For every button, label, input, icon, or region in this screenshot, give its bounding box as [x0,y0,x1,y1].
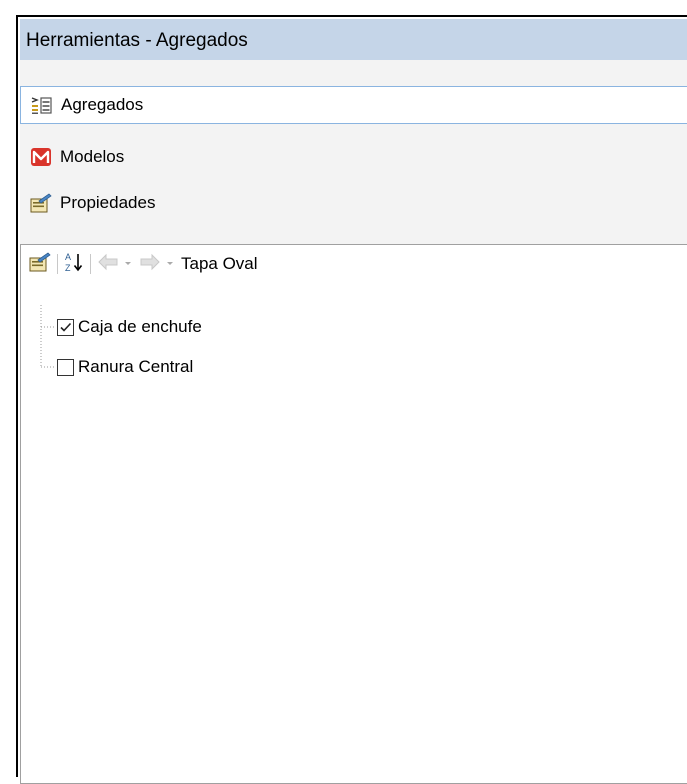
outer-frame: Herramientas - Agregados Agregados Model… [16,15,687,784]
back-arrow-icon[interactable] [97,252,119,277]
toolbar: A Z Tapa Oval [21,245,687,283]
tree-item[interactable]: Caja de enchufe [57,313,202,341]
tool-window: Herramientas - Agregados Agregados Model… [20,19,687,784]
breadcrumb: Tapa Oval [181,254,258,273]
nav-item-agregados[interactable]: Agregados [20,86,687,124]
dropdown-arrow-icon[interactable] [123,255,133,273]
nav-label-agregados: Agregados [61,95,144,114]
nav-label-modelos: Modelos [60,147,125,166]
nav-item-propiedades[interactable]: Propiedades [20,184,687,222]
dropdown-arrow-icon[interactable] [165,255,175,273]
tree-item[interactable]: Ranura Central [57,353,193,381]
toolbar-separator [90,254,91,274]
window-title: Herramientas - Agregados [20,19,687,60]
content-panel: A Z Tapa Oval Caja de enchufe Ranura Cen… [20,244,687,784]
nav-label-propiedades: Propiedades [60,193,156,212]
aggregates-icon [31,94,53,116]
tree-item-label: Caja de enchufe [78,317,202,336]
tree-item-label: Ranura Central [78,357,194,376]
models-m-icon [30,146,52,168]
nav-item-modelos[interactable]: Modelos [20,138,687,176]
checkbox-checked[interactable] [57,318,74,336]
forward-arrow-icon[interactable] [139,252,161,277]
checkbox-unchecked[interactable] [57,358,74,376]
properties-icon [30,192,52,214]
